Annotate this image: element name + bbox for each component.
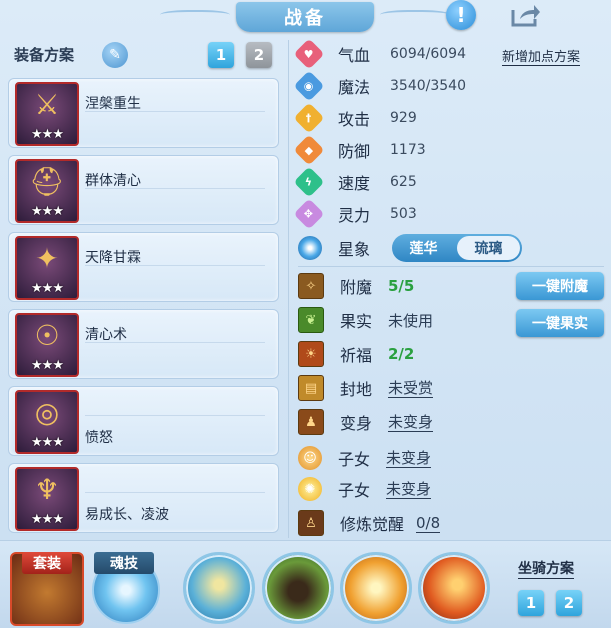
equipment-name: 清心术 bbox=[85, 327, 127, 343]
mount-scheme-label: 坐骑方案 bbox=[518, 558, 574, 579]
equip-scheme-label: 装备方案 bbox=[14, 46, 75, 64]
equipment-list: ⚔ ★★★ 涅槃重生 ⛑ ★★★ 群体清心 ✦ ★★★ 天降甘霖 ☉ ★★★ 清心术 ◎… bbox=[8, 74, 280, 536]
armor-icon: ✦ ★★★ bbox=[15, 236, 79, 300]
equipment-slot[interactable]: ◎ ★★★ 愤怒 bbox=[8, 386, 279, 456]
equipment-slot[interactable]: ☉ ★★★ 清心术 bbox=[8, 309, 279, 379]
spirit-icon: ✥ bbox=[293, 198, 325, 230]
star-sign-label: 星象 bbox=[338, 240, 371, 259]
bless-icon: ☀ bbox=[298, 341, 324, 367]
mount-scheme-tab-1[interactable]: 1 bbox=[518, 590, 544, 616]
equip-scheme-tab-2[interactable]: 2 bbox=[246, 42, 272, 68]
soul-skill-label: 魂技 bbox=[94, 552, 154, 574]
skill-1-icon[interactable] bbox=[183, 552, 255, 624]
equipment-name: 涅槃重生 bbox=[85, 96, 141, 112]
equip-scheme-tab-1[interactable]: 1 bbox=[208, 42, 234, 68]
battle-prep-panel: 战备 ! 装备方案 ✎ 1 2 ⚔ ★★★ 涅槃重生 ⛑ ★★★ 群体清心 ✦ ★★★… bbox=[0, 0, 611, 628]
stat-speed: ϟ 速度 625 bbox=[293, 166, 417, 198]
boots-icon: ♆ ★★★ bbox=[15, 467, 79, 531]
divider bbox=[85, 188, 265, 189]
child2-icon: ✺ bbox=[298, 477, 322, 501]
one-key-fruit-button[interactable]: 一键果实 bbox=[516, 309, 604, 337]
attack-icon: † bbox=[293, 102, 325, 134]
prop-fief[interactable]: ▤ 封地 未受赏 bbox=[298, 373, 434, 403]
mana-icon: ◉ bbox=[293, 70, 325, 102]
mount-scheme-tab-2[interactable]: 2 bbox=[556, 590, 582, 616]
equipment-slot[interactable]: ⛑ ★★★ 群体清心 bbox=[8, 155, 279, 225]
fief-icon: ▤ bbox=[298, 375, 324, 401]
divider bbox=[85, 111, 265, 112]
skill-4-icon[interactable] bbox=[418, 552, 490, 624]
prop-transform[interactable]: ♟ 变身 未变身 bbox=[298, 407, 434, 437]
divider bbox=[298, 266, 604, 267]
share-icon[interactable] bbox=[508, 0, 542, 30]
divider bbox=[85, 342, 265, 343]
transform-icon: ♟ bbox=[298, 409, 324, 435]
skill-3-icon[interactable] bbox=[340, 552, 412, 624]
fruit-icon: ❦ bbox=[298, 307, 324, 333]
equipment-slot[interactable]: ♆ ★★★ 易成长、凌波 bbox=[8, 463, 279, 533]
set-label: 套装 bbox=[22, 552, 72, 574]
star-sign-row: 星象 bbox=[298, 234, 370, 262]
star-sign-option-lianhua[interactable]: 莲华 bbox=[392, 234, 455, 262]
helmet-icon: ⛑ ★★★ bbox=[15, 159, 79, 223]
stat-hp: ♥ 气血 6094/6094 bbox=[293, 38, 466, 70]
set-button[interactable]: 套装 bbox=[10, 552, 84, 626]
prop-enchant: ✧ 附魔 5/5 bbox=[298, 271, 414, 301]
divider bbox=[85, 415, 265, 416]
title-decoration-left bbox=[160, 10, 230, 22]
child-icon: ☺ bbox=[298, 446, 322, 470]
awaken-icon: ♙ bbox=[298, 510, 324, 536]
pen-icon[interactable]: ✎ bbox=[102, 42, 128, 68]
one-key-enchant-button[interactable]: 一键附魔 bbox=[516, 272, 604, 300]
prop-awaken[interactable]: ♙ 修炼觉醒 0/8 bbox=[298, 508, 441, 538]
necklace-icon: ☉ ★★★ bbox=[15, 313, 79, 377]
equipment-name: 天降甘霖 bbox=[85, 250, 141, 266]
equipment-slot[interactable]: ⚔ ★★★ 涅槃重生 bbox=[8, 78, 279, 148]
star-sign-toggle[interactable]: 莲华 琉璃 bbox=[392, 234, 522, 262]
stat-attack: † 攻击 929 bbox=[293, 102, 417, 134]
belt-icon: ◎ ★★★ bbox=[15, 390, 79, 454]
divider bbox=[85, 265, 265, 266]
equipment-name: 群体清心 bbox=[85, 173, 141, 189]
star-sign-icon bbox=[298, 236, 322, 260]
title-decoration-right bbox=[380, 10, 450, 22]
equipment-name: 易成长、凌波 bbox=[85, 507, 169, 523]
equipment-slot[interactable]: ✦ ★★★ 天降甘霖 bbox=[8, 232, 279, 302]
heart-icon: ♥ bbox=[293, 38, 325, 70]
enchant-icon: ✧ bbox=[298, 273, 324, 299]
skill-2-icon[interactable] bbox=[262, 552, 334, 624]
defense-icon: ◆ bbox=[293, 134, 325, 166]
column-divider bbox=[288, 40, 289, 538]
star-sign-option-liuli[interactable]: 琉璃 bbox=[457, 236, 520, 260]
add-point-scheme-link[interactable]: 新增加点方案 bbox=[502, 46, 581, 66]
page-title: 战备 bbox=[236, 2, 374, 32]
weapon-icon: ⚔ ★★★ bbox=[15, 82, 79, 146]
stat-mp: ◉ 魔法 3540/3540 bbox=[293, 70, 466, 102]
prop-bless: ☀ 祈福 2/2 bbox=[298, 339, 414, 369]
prop-fruit: ❦ 果实 未使用 bbox=[298, 305, 433, 335]
speed-icon: ϟ bbox=[293, 166, 325, 198]
stat-defense: ◆ 防御 1173 bbox=[293, 134, 426, 166]
prop-child-1[interactable]: ☺ 子女 未变身 bbox=[298, 443, 432, 473]
divider bbox=[85, 492, 265, 493]
prop-child-2[interactable]: ✺ 子女 未变身 bbox=[298, 474, 432, 504]
help-button[interactable]: ! bbox=[446, 0, 476, 30]
stat-spirit: ✥ 灵力 503 bbox=[293, 198, 417, 230]
equipment-name: 愤怒 bbox=[85, 430, 113, 446]
